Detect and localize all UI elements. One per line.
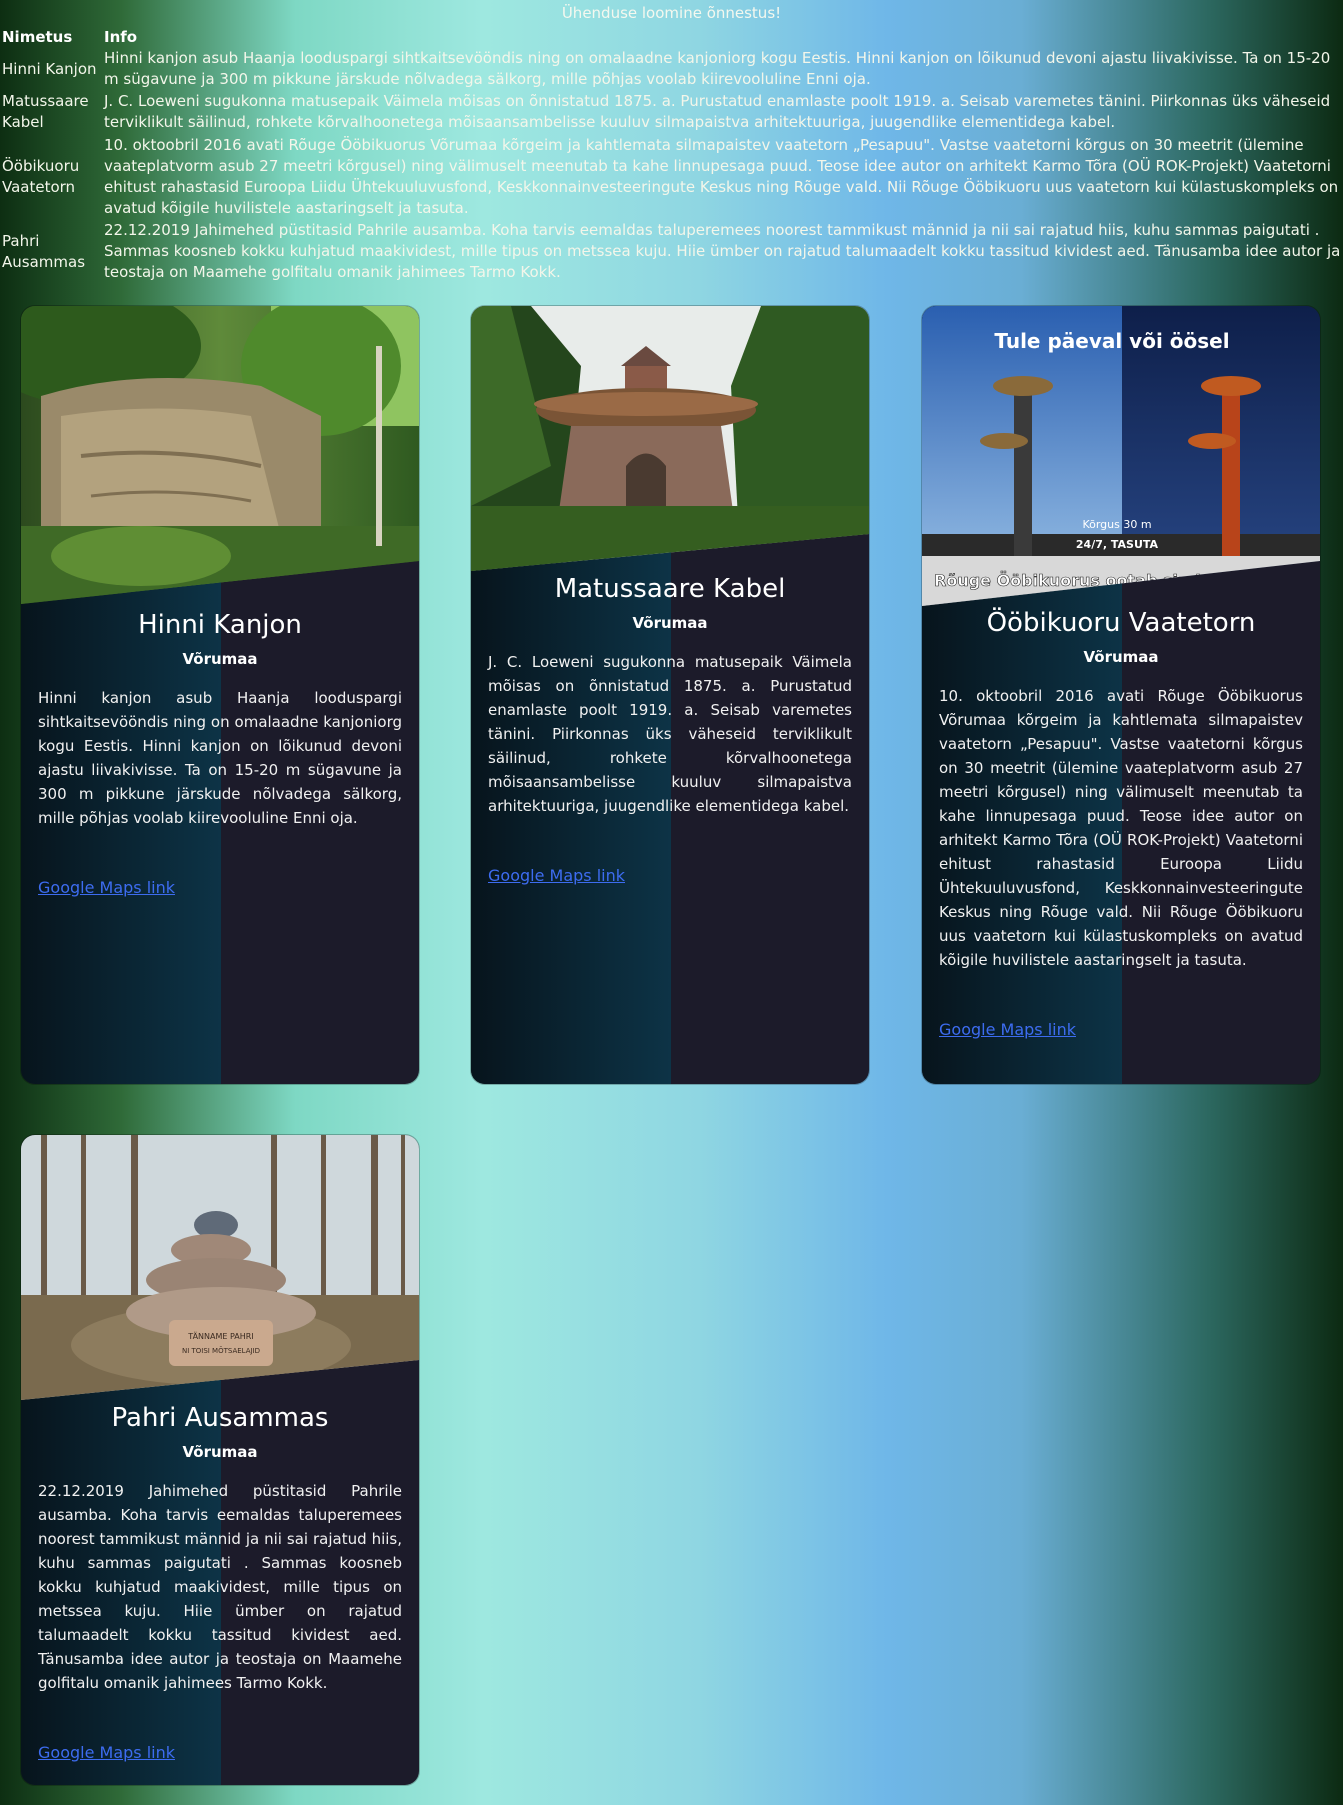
card-region: Võrumaa — [1083, 648, 1159, 666]
card-description: Hinni kanjon asub Haanja looduspargi sih… — [38, 689, 402, 827]
column-header-info: Info — [104, 27, 138, 46]
table-cell-name: Matussaare Kabel — [0, 90, 102, 134]
table-row: Pahri Ausammas 22.12.2019 Jahimehed püsti… — [0, 220, 1343, 283]
column-header-name: Nimetus — [2, 27, 73, 46]
card-title: Ööbikuoru Vaatetorn — [986, 608, 1256, 638]
card-title: Hinni Kanjon — [138, 610, 302, 640]
name-line: Ööbikuoru — [2, 157, 80, 175]
photo-caption-banner: Rõuge Ööbikuorus ootab sind Pesapuu — [934, 571, 1284, 590]
card-description: J. C. Loeweni sugukonna matusepaik Väime… — [488, 653, 852, 815]
name-line: Pahri — [2, 231, 40, 250]
plaque-text-line2: NI TOISI MÕTSAELAJID — [182, 1346, 260, 1355]
card-region: Võrumaa — [182, 650, 258, 668]
place-card-matussaare-kabel: Matussaare Kabel Võrumaa J. C. Loeweni s… — [471, 306, 869, 1084]
card-title: Pahri Ausammas — [111, 1403, 329, 1433]
name-line: Kabel — [2, 113, 44, 131]
table-cell-info: 10. oktoobril 2016 avati Rõuge Ööbikuoru… — [104, 136, 1339, 217]
card-region: Võrumaa — [632, 614, 708, 632]
connection-status-message: Ühenduse loomine õnnestus! — [561, 4, 782, 22]
table-row: Matussaare Kabel J. C. Loeweni sugukonna … — [0, 90, 1343, 134]
card-photo-pahri-ausammas: TÄNNAME PAHRI NI TOISI MÕTSAELAJID — [21, 1135, 419, 1405]
table-header-row: Nimetus Info — [0, 26, 1343, 48]
table-cell-info: Hinni kanjon asub Haanja looduspargi sih… — [104, 49, 1331, 88]
plaque-text-line1: TÄNNAME PAHRI — [187, 1331, 253, 1341]
name-line: Ausammas — [2, 252, 86, 271]
card-description: 22.12.2019 Jahimehed püstitasid Pahrile … — [38, 1482, 402, 1692]
photo-caption-hours: 24/7, TASUTA — [1076, 538, 1159, 551]
google-maps-link[interactable]: Google Maps link — [488, 866, 852, 885]
table-cell-name: Ööbikuoru Vaatetorn — [0, 134, 102, 220]
name-line: Matussaare — [2, 92, 89, 110]
place-card-hinni-kanjon: Hinni Kanjon Võrumaa Hinni kanjon asub H… — [21, 306, 419, 1084]
table-row: Ööbikuoru Vaatetorn 10. oktoobril 2016 av… — [0, 134, 1343, 220]
table-cell-name: Hinni Kanjon — [0, 48, 102, 90]
name-line: Hinni Kanjon — [2, 59, 97, 78]
card-title: Matussaare Kabel — [554, 574, 786, 604]
card-region: Võrumaa — [182, 1443, 258, 1461]
table-cell-info: J. C. Loeweni sugukonna matusepaik Väime… — [104, 92, 1331, 131]
google-maps-link[interactable]: Google Maps link — [38, 878, 402, 897]
card-photo-matussaare-kabel — [471, 306, 869, 576]
card-photo-oobikuoru-vaatetorn: Tule päeval või öösel Kõrgus 30 m 24/7, … — [922, 306, 1320, 606]
place-card-oobikuoru-vaatetorn: Tule päeval või öösel Kõrgus 30 m 24/7, … — [922, 306, 1320, 1084]
place-card-pahri-ausammas: TÄNNAME PAHRI NI TOISI MÕTSAELAJID Pahri… — [21, 1135, 419, 1785]
google-maps-link[interactable]: Google Maps link — [38, 1743, 402, 1762]
table-row: Hinni Kanjon Hinni kanjon asub Haanja lo… — [0, 48, 1343, 90]
google-maps-link[interactable]: Google Maps link — [939, 1020, 1303, 1039]
table-cell-name: Pahri Ausammas — [0, 220, 102, 283]
places-info-table: Nimetus Info Hinni Kanjon Hinni kanjon a… — [0, 26, 1343, 283]
photo-caption-headline: Tule päeval või öösel — [994, 329, 1229, 353]
table-cell-info: 22.12.2019 Jahimehed püstitasid Pahrile … — [104, 221, 1341, 281]
photo-caption-height: Kõrgus 30 m — [1082, 518, 1151, 531]
card-description: 10. oktoobril 2016 avati Rõuge Ööbikuoru… — [939, 687, 1303, 969]
name-line: Vaatetorn — [2, 178, 76, 196]
card-photo-hinni-kanjon — [21, 306, 419, 606]
